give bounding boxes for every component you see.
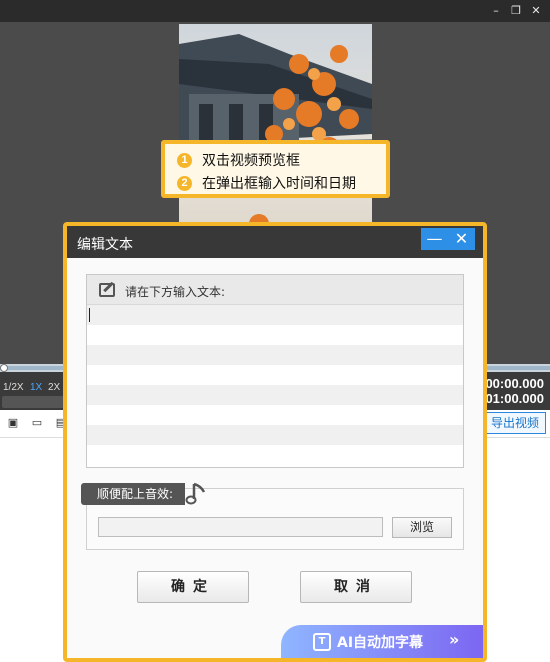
audio-file-field[interactable] [98, 517, 383, 537]
text-area-header: 请在下方输入文本: [87, 275, 463, 305]
instruction-tip: 1 双击视频预览框 2 在弹出框输入时间和日期 [161, 140, 390, 198]
audio-section: 顺便配上音效: 浏览 [81, 482, 464, 550]
tip-step-1: 1 双击视频预览框 [177, 150, 300, 170]
progress-handle[interactable] [0, 364, 8, 372]
speed-half[interactable]: 1/2X [3, 382, 24, 393]
tip-step-text-1: 双击视频预览框 [202, 153, 300, 169]
add-media-icon[interactable]: ▣ [6, 417, 20, 429]
edit-icon [99, 283, 115, 297]
edit-text-dialog: 编辑文本 — ✕ 请在下方输入文本: 顺便配上音效: 浏览 确定 取消 T AI… [63, 222, 487, 662]
close-icon[interactable]: ✕ [528, 3, 544, 19]
minimize-icon[interactable]: – [488, 3, 504, 19]
ok-button[interactable]: 确定 [137, 571, 249, 603]
speed-1x[interactable]: 1X [30, 382, 42, 393]
text-caret [89, 308, 90, 322]
cancel-button[interactable]: 取消 [300, 571, 412, 603]
text-input-area[interactable]: 请在下方输入文本: [86, 274, 464, 468]
step-number-2: 2 [177, 175, 192, 191]
chevron-right-icon: » [449, 630, 460, 649]
folder-icon[interactable]: ▭ [30, 417, 44, 429]
dialog-title: 编辑文本 [77, 237, 133, 253]
dialog-window-controls: — ✕ [421, 228, 475, 250]
ai-subtitle-icon: T [313, 633, 331, 651]
text-prompt-label: 请在下方输入文本: [125, 285, 226, 299]
tip-step-text-2: 在弹出框输入时间和日期 [202, 176, 356, 192]
current-timecode: 00:00.000 [485, 376, 544, 391]
ai-subtitle-label: AI自动加字幕 [337, 635, 424, 651]
mini-scrubber[interactable] [2, 396, 64, 408]
speed-2x[interactable]: 2X [48, 382, 60, 393]
export-video-button[interactable]: 导出视频 [486, 412, 546, 434]
app-title-bar: – ❐ ✕ [0, 0, 550, 22]
dialog-close-icon[interactable]: ✕ [448, 228, 475, 250]
tip-step-2: 2 在弹出框输入时间和日期 [177, 173, 356, 193]
dialog-minimize-icon[interactable]: — [421, 228, 448, 250]
text-lines[interactable] [87, 305, 463, 465]
restore-icon[interactable]: ❐ [508, 3, 524, 19]
music-note-icon [185, 482, 206, 505]
total-timecode: 01:00.000 [485, 391, 544, 406]
browse-button[interactable]: 浏览 [392, 517, 452, 538]
ai-subtitle-button[interactable]: T AI自动加字幕 » [281, 625, 483, 658]
step-number-1: 1 [177, 152, 192, 168]
audio-label: 顺便配上音效: [81, 483, 185, 505]
dialog-title-bar: 编辑文本 — ✕ [67, 226, 483, 258]
